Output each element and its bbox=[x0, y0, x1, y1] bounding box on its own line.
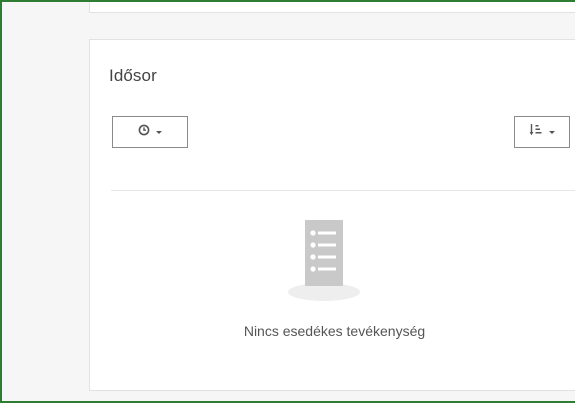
divider bbox=[111, 190, 575, 191]
previous-card bbox=[89, 0, 575, 13]
timeline-sort-button[interactable] bbox=[514, 116, 570, 148]
timeline-panel: Idősor Nincs esedékes tevékenység bbox=[89, 39, 575, 391]
timeline-filter-button[interactable] bbox=[112, 116, 188, 148]
chevron-down-icon bbox=[549, 131, 555, 134]
sort-descending-icon bbox=[529, 123, 543, 142]
panel-title: Idősor bbox=[109, 66, 157, 85]
empty-state-message: Nincs esedékes tevékenység bbox=[243, 323, 426, 339]
chevron-down-icon bbox=[156, 131, 162, 134]
list-document-icon bbox=[287, 215, 361, 305]
clock-icon bbox=[138, 123, 150, 141]
